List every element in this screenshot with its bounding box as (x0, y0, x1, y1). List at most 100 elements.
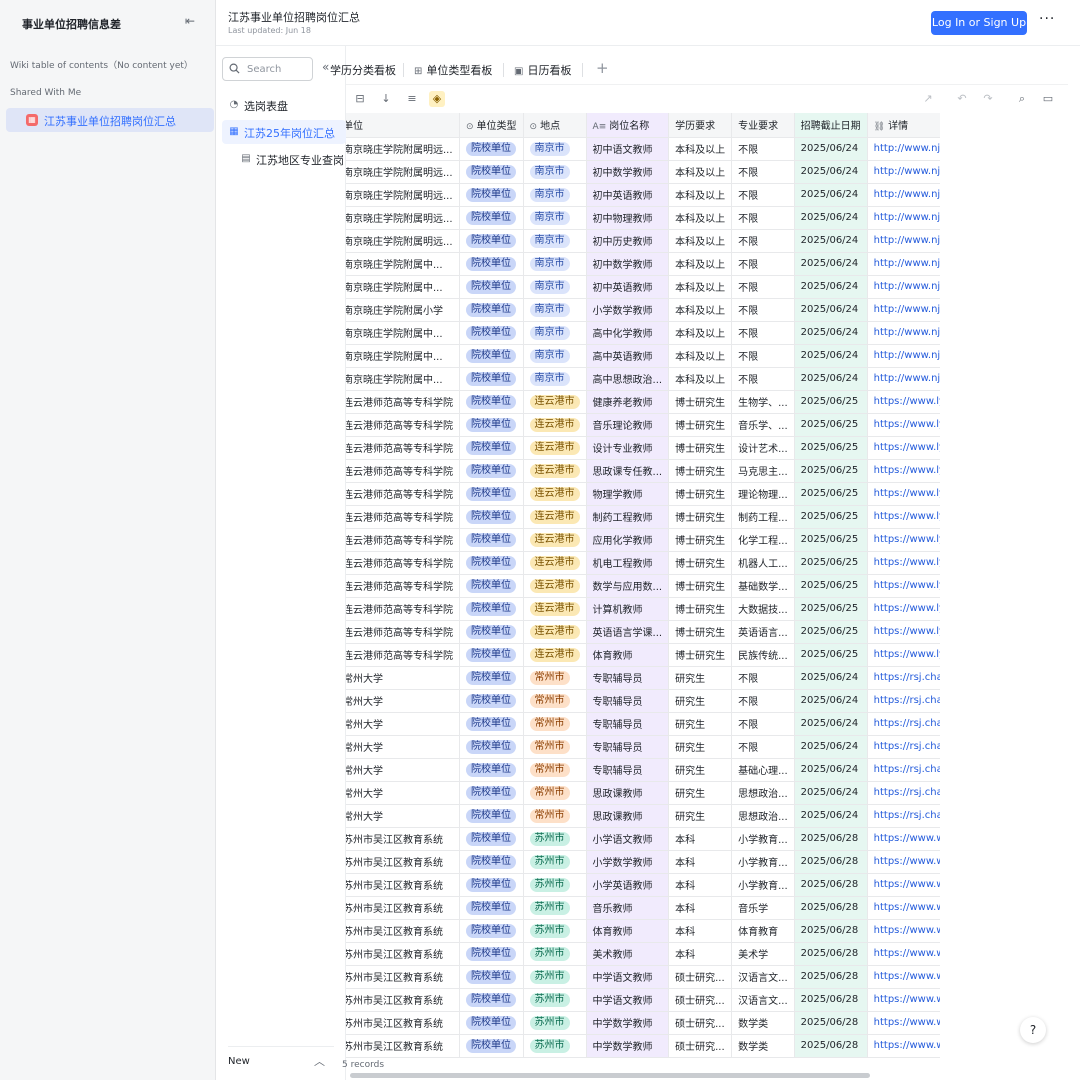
table-row[interactable]: 南京晓庄学院附属中... 院校单位 南京市 初中数学教师 本科及以上 不限 2025/06/… (346, 252, 940, 276)
table-cell[interactable]: http://www.njxzc.edu.cn (867, 367, 940, 391)
table-row[interactable]: 苏州市吴江区教育系统 院校单位 苏州市 美术教师 本科 美术学 2025/06/28 http… (346, 942, 940, 966)
table-cell[interactable]: 院校单位 (459, 321, 524, 345)
table-cell[interactable]: 院校单位 (459, 206, 524, 230)
field-settings-icon[interactable]: ⊟ (352, 91, 368, 107)
table-cell[interactable]: 中学语文教师 (586, 965, 670, 989)
table-cell[interactable]: 2025/06/24 (794, 183, 868, 207)
table-cell[interactable]: 2025/06/28 (794, 965, 868, 989)
table-row[interactable]: 连云港师范高等专科学院 院校单位 连云港市 物理学教师 博士研究生 理论物理... 2025… (346, 482, 940, 506)
table-cell[interactable]: 连云港师范高等专科学院 (346, 620, 460, 644)
table-row[interactable]: 南京晓庄学院附属中... 院校单位 南京市 高中化学教师 本科及以上 不限 2025/06/… (346, 321, 940, 345)
table-cell[interactable]: 连云港市 (523, 620, 587, 644)
table-cell[interactable]: 院校单位 (459, 781, 524, 805)
table-cell[interactable]: 连云港市 (523, 482, 587, 506)
table-cell[interactable]: 中学数学教师 (586, 1034, 670, 1058)
table-row[interactable]: 连云港师范高等专科学院 院校单位 连云港市 体育教师 博士研究生 民族传统... 2025/… (346, 643, 940, 667)
table-cell[interactable]: 研究生 (668, 758, 733, 782)
add-view-icon[interactable]: + (596, 59, 609, 77)
table-cell[interactable]: 院校单位 (459, 1034, 524, 1058)
table-cell[interactable]: 2025/06/25 (794, 620, 868, 644)
table-cell[interactable]: 本科及以上 (668, 275, 733, 299)
table-cell[interactable]: 2025/06/25 (794, 574, 868, 598)
table-cell[interactable]: 2025/06/28 (794, 1011, 868, 1035)
table-row[interactable]: 南京晓庄学院附属小学 院校单位 南京市 小学数学教师 本科及以上 不限 2025/06/24… (346, 298, 940, 322)
table-cell[interactable]: 本科 (668, 873, 733, 897)
table-cell[interactable]: 思政课专任教... (586, 459, 670, 483)
table-cell[interactable]: 小学语文教师 (586, 827, 670, 851)
table-cell[interactable]: 设计专业教师 (586, 436, 670, 460)
table-cell[interactable]: 2025/06/28 (794, 850, 868, 874)
table-cell[interactable]: http://www.njxzc.edu.cn (867, 252, 940, 276)
table-cell[interactable]: 2025/06/28 (794, 1034, 868, 1058)
table-cell[interactable]: 博士研究生 (668, 643, 733, 667)
table-cell[interactable]: 本科及以上 (668, 206, 733, 230)
table-cell[interactable]: 连云港师范高等专科学院 (346, 390, 460, 414)
table-cell[interactable]: https://www.wujiang.gov.cn (867, 965, 940, 989)
table-cell[interactable]: 博士研究生 (668, 505, 733, 529)
table-cell[interactable]: 高中英语教师 (586, 344, 670, 368)
table-cell[interactable]: https://www.lygsf.cn (867, 459, 940, 483)
table-cell[interactable]: 设计艺术... (731, 436, 795, 460)
table-cell[interactable]: 2025/06/25 (794, 551, 868, 575)
table-cell[interactable]: 音乐学 (731, 896, 795, 920)
table-cell[interactable]: 不限 (731, 137, 795, 161)
table-cell[interactable]: 不限 (731, 344, 795, 368)
table-cell[interactable]: 连云港市 (523, 459, 587, 483)
table-cell[interactable]: 南京市 (523, 206, 587, 230)
table-row[interactable]: 南京晓庄学院附属中... 院校单位 南京市 初中英语教师 本科及以上 不限 2025/06/… (346, 275, 940, 299)
table-cell[interactable]: 2025/06/28 (794, 919, 868, 943)
table-cell[interactable]: 院校单位 (459, 183, 524, 207)
table-cell[interactable]: https://rsj.changzhou.gov.cn (867, 781, 940, 805)
table-cell[interactable]: 2025/06/24 (794, 689, 868, 713)
table-cell[interactable]: 苏州市 (523, 919, 587, 943)
table-cell[interactable]: 2025/06/25 (794, 459, 868, 483)
table-cell[interactable]: 博士研究生 (668, 436, 733, 460)
table-cell[interactable]: 博士研究生 (668, 459, 733, 483)
table-cell[interactable]: 初中语文教师 (586, 137, 670, 161)
table-cell[interactable]: 常州大学 (346, 758, 460, 782)
table-cell[interactable]: http://www.njxzc.edu.cn (867, 160, 940, 184)
table-cell[interactable]: 中学数学教师 (586, 1011, 670, 1035)
table-cell[interactable]: 院校单位 (459, 896, 524, 920)
table-cell[interactable]: 常州大学 (346, 689, 460, 713)
row-height-icon[interactable]: ≡ (404, 91, 420, 107)
table-cell[interactable]: 马克思主... (731, 459, 795, 483)
table-row[interactable]: 连云港师范高等专科学院 院校单位 连云港市 英语语言学课... 博士研究生 英语语言...… (346, 620, 940, 644)
table-cell[interactable]: https://www.lygsf.cn (867, 643, 940, 667)
table-cell[interactable]: 生物学、... (731, 390, 795, 414)
table-cell[interactable]: 2025/06/24 (794, 758, 868, 782)
table-cell[interactable]: 苏州市 (523, 896, 587, 920)
table-cell[interactable]: 2025/06/25 (794, 482, 868, 506)
collapse-sidebar-icon[interactable]: ⇤ (185, 14, 195, 28)
table-cell[interactable]: 连云港市 (523, 413, 587, 437)
table-row[interactable]: 连云港师范高等专科学院 院校单位 连云港市 制药工程教师 博士研究生 制药工程... 202… (346, 505, 940, 529)
table-cell[interactable]: 本科 (668, 850, 733, 874)
table-cell[interactable]: 硕士研究... (668, 1034, 733, 1058)
table-row[interactable]: 常州大学 院校单位 常州市 思政课教师 研究生 思想政治... 2025/06/24 http… (346, 804, 940, 828)
table-cell[interactable]: 连云港市 (523, 436, 587, 460)
table-cell[interactable]: 南京市 (523, 367, 587, 391)
table-cell[interactable]: https://www.wujiang.gov.cn (867, 827, 940, 851)
table-cell[interactable]: 苏州市吴江区教育系统 (346, 942, 460, 966)
table-cell[interactable]: http://www.njxzc.edu.cn (867, 137, 940, 161)
table-cell[interactable]: 2025/06/24 (794, 712, 868, 736)
table-cell[interactable]: 常州市 (523, 781, 587, 805)
table-cell[interactable]: 体育教育 (731, 919, 795, 943)
login-button[interactable]: Log In or Sign Up (931, 11, 1027, 35)
table-cell[interactable]: 南京晓庄学院附属中... (346, 275, 460, 299)
table-cell[interactable]: 院校单位 (459, 965, 524, 989)
undo-icon[interactable]: ↶ (954, 91, 970, 107)
table-row[interactable]: 苏州市吴江区教育系统 院校单位 苏州市 小学语文教师 本科 小学教育... 2025/06/… (346, 827, 940, 851)
sidebar-item-form[interactable]: ▤ 江苏地区专业查岗 (234, 147, 358, 171)
table-cell[interactable]: 南京市 (523, 160, 587, 184)
table-cell[interactable]: 小学教育... (731, 827, 795, 851)
table-cell[interactable]: 院校单位 (459, 551, 524, 575)
table-cell[interactable]: 院校单位 (459, 735, 524, 759)
table-cell[interactable]: https://www.lygsf.cn (867, 528, 940, 552)
table-cell[interactable]: 院校单位 (459, 942, 524, 966)
table-cell[interactable]: 2025/06/25 (794, 390, 868, 414)
table-cell[interactable]: 苏州市 (523, 873, 587, 897)
table-cell[interactable]: http://www.njxzc.edu.cn (867, 229, 940, 253)
table-cell[interactable]: 不限 (731, 298, 795, 322)
table-cell[interactable]: http://www.njxzc.edu.cn (867, 321, 940, 345)
